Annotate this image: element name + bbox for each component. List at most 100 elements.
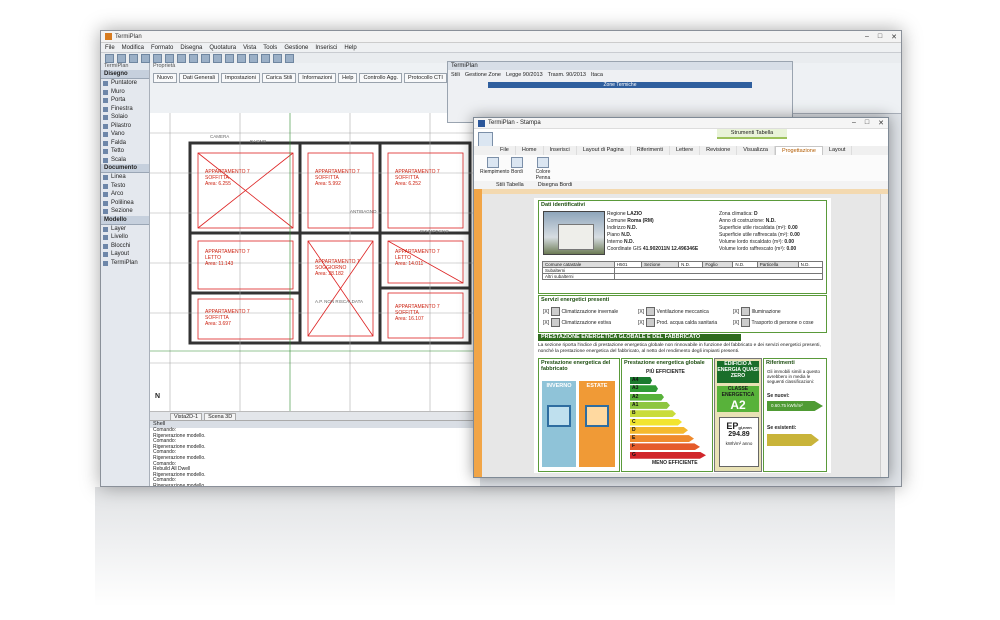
sidebar-item-sezione[interactable]: Sezione (101, 207, 149, 216)
house-summer-icon (585, 405, 609, 427)
toolbar-tool-icon[interactable] (117, 54, 126, 63)
menu-item-tools[interactable]: Tools (263, 45, 277, 51)
prop-button[interactable]: Help (338, 73, 358, 83)
print-window: TermiPlan - Stampa – □ ✕ Strumenti Tabel… (473, 117, 889, 478)
sidebar-item-solaio[interactable]: Solaio (101, 113, 149, 122)
menu-item-quotatura[interactable]: Quotatura (209, 45, 236, 51)
sidebar-item-vano[interactable]: Vano (101, 130, 149, 139)
ribbon-tab-file[interactable]: File (494, 146, 516, 155)
menu-item-file[interactable]: File (105, 45, 115, 51)
toolbar-tool-icon[interactable] (213, 54, 222, 63)
ribbon-tab-inserisci[interactable]: Inserisci (544, 146, 577, 155)
sidebar-item-linea[interactable]: Linea (101, 173, 149, 182)
sidebar-item-puntatore[interactable]: Puntatore (101, 79, 149, 88)
toolbar-tool-icon[interactable] (177, 54, 186, 63)
panel-tab[interactable]: Gestione Zone (465, 72, 501, 78)
toolbar-tool-icon[interactable] (225, 54, 234, 63)
sidebar-section-header[interactable]: Modello (101, 215, 149, 225)
sidebar-item-arco[interactable]: Arco (101, 190, 149, 199)
menu-item-disegna[interactable]: Disegna (180, 45, 202, 51)
field-value: 0.00 (790, 232, 800, 238)
sidebar-item-polilinea[interactable]: Polilinea (101, 199, 149, 208)
sidebar-item-termiplan[interactable]: TermiPlan (101, 259, 149, 268)
panel-tab[interactable]: Trasm. 90/2013 (548, 72, 586, 78)
borders-group[interactable]: Bordi (504, 157, 530, 175)
sidebar-item-blocchi[interactable]: Blocchi (101, 242, 149, 251)
menu-item-inserisci[interactable]: Inserisci (315, 45, 337, 51)
ribbon-tab-home[interactable]: Home (516, 146, 544, 155)
panel-tab[interactable]: Stili (451, 72, 460, 78)
prop-button[interactable]: Protocollo CTI (404, 73, 447, 83)
toolbar-tool-icon[interactable] (285, 54, 294, 63)
ribbon-tab-riferimenti[interactable]: Riferimenti (631, 146, 670, 155)
minimize-icon[interactable]: – (865, 33, 869, 41)
panel-tab[interactable]: Legge 90/2013 (506, 72, 543, 78)
prop-button[interactable]: Impostazioni (221, 73, 260, 83)
sidebar-item-pilastro[interactable]: Pilastro (101, 122, 149, 131)
ribbon-tab-visualizza[interactable]: Visualizza (737, 146, 775, 155)
toolbar-tool-icon[interactable] (201, 54, 210, 63)
prop-button[interactable]: Controllo Agg. (359, 73, 403, 83)
close-icon[interactable]: ✕ (891, 33, 897, 41)
toolbar-tool-icon[interactable] (129, 54, 138, 63)
sidebar-item-scala[interactable]: Scala (101, 156, 149, 165)
print-maximize-icon[interactable]: □ (865, 119, 869, 127)
field-value: N.D. (765, 218, 776, 224)
zone-header: Zone Termiche (488, 82, 752, 88)
sidebar-item-livello[interactable]: Livello (101, 233, 149, 242)
energy-class-bar: C (630, 418, 682, 426)
toolbar-tool-icon[interactable] (153, 54, 162, 63)
toolbar-tool-icon[interactable] (249, 54, 258, 63)
sidebar-item-label: Solaio (111, 114, 128, 120)
toolbar-tool-icon[interactable] (189, 54, 198, 63)
ribbon-tab-lettere[interactable]: Lettere (670, 146, 701, 155)
id-field: Coordinate GIS 41.902011N 12.496346E (607, 246, 698, 252)
prop-button[interactable]: Dati Generali (178, 73, 220, 83)
toolbar-tool-icon[interactable] (273, 54, 282, 63)
print-minimize-icon[interactable]: – (852, 119, 856, 127)
toolbar-tool-icon[interactable] (105, 54, 114, 63)
toolbar-tool-icon[interactable] (261, 54, 270, 63)
sidebar-section-header[interactable]: Disegno (101, 70, 149, 79)
prop-button[interactable]: Nuovo (153, 73, 177, 83)
fill-group[interactable]: Riempimento (480, 157, 509, 175)
toolbar-tool-icon[interactable] (165, 54, 174, 63)
sidebar-item-layout[interactable]: Layout (101, 250, 149, 259)
menu-item-help[interactable]: Help (344, 45, 356, 51)
tool-icon (103, 192, 108, 197)
sidebar-item-muro[interactable]: Muro (101, 88, 149, 97)
maximize-icon[interactable]: □ (878, 33, 882, 41)
fabbricato-box: Prestazione energetica del fabbricato IN… (538, 358, 620, 472)
menu-item-modifica[interactable]: Modifica (122, 45, 144, 51)
vertical-scrollbar[interactable] (880, 194, 888, 477)
sidebar-item-testo[interactable]: Testo (101, 182, 149, 191)
office-button-icon[interactable] (478, 132, 493, 147)
sidebar-item-tetto[interactable]: Tetto (101, 147, 149, 156)
sidebar-item-layer[interactable]: Layer (101, 225, 149, 234)
pen-color-group[interactable]: Colore Penna (530, 157, 556, 181)
ribbon-tab-progettazione[interactable]: Progettazione (774, 146, 823, 155)
sidebar-panel-label: TermiPlan (104, 63, 129, 69)
sidebar-item-porta[interactable]: Porta (101, 96, 149, 105)
prop-button[interactable]: Informazioni (298, 73, 337, 83)
menu-item-formato[interactable]: Formato (151, 45, 173, 51)
ribbon-tab-revisione[interactable]: Revisione (700, 146, 738, 155)
menu-item-gestione[interactable]: Gestione (284, 45, 308, 51)
room-area: Area: 3.697 (205, 321, 231, 327)
panel-tab[interactable]: Itaca (591, 72, 603, 78)
prop-button[interactable]: Carica Stili (261, 73, 297, 83)
sidebar-item-finestra[interactable]: Finestra (101, 105, 149, 114)
sidebar-item-label: Porta (111, 97, 126, 103)
tool-icon (103, 81, 108, 86)
field-key: Piano (607, 232, 620, 238)
rif-text: Gli immobili simili a questo avrebbero i… (767, 369, 821, 384)
ribbon-tab-layout[interactable]: Layout (823, 146, 853, 155)
sidebar-item-falda[interactable]: Falda (101, 139, 149, 148)
menu-item-vista[interactable]: Vista (243, 45, 256, 51)
toolbar-tool-icon[interactable] (141, 54, 150, 63)
ribbon-tab-layout-di-pagina[interactable]: Layout di Pagina (577, 146, 631, 155)
print-close-icon[interactable]: ✕ (878, 119, 884, 127)
drawing-canvas[interactable]: APPARTAMENTO 7 SOFFITTA Area: 6.255 APPARTA… (150, 113, 481, 411)
sidebar-section-header[interactable]: Documento (101, 164, 149, 173)
toolbar-tool-icon[interactable] (237, 54, 246, 63)
